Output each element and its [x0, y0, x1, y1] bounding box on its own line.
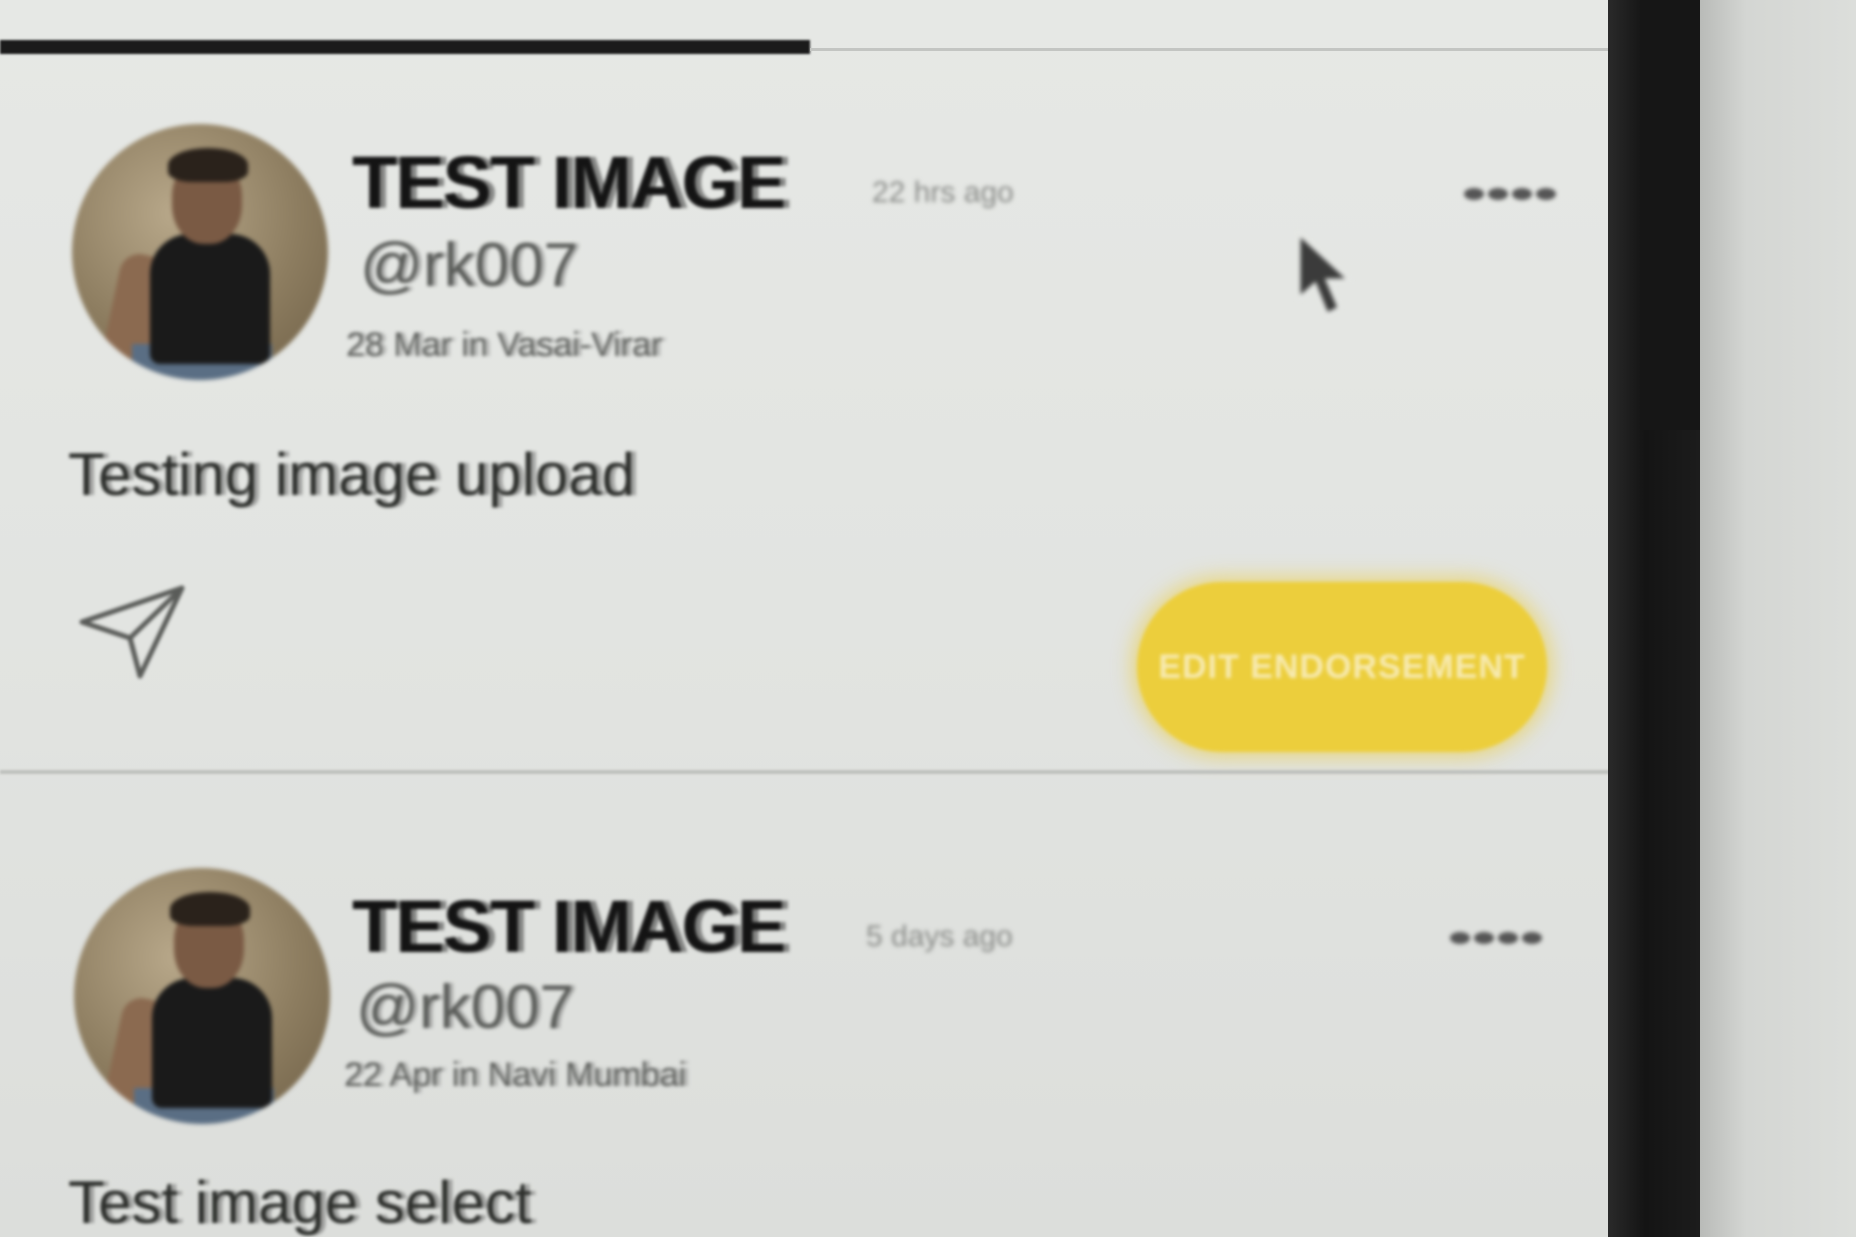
active-tab-indicator: [0, 40, 810, 54]
dot: [1536, 188, 1556, 200]
post-timestamp: 5 days ago: [866, 920, 1013, 953]
paper-plane-icon[interactable]: [78, 582, 188, 682]
post-date-location: 22 Apr in Navi Mumbai: [344, 1056, 687, 1094]
dot: [1498, 932, 1518, 944]
feed-post: TEST IMAGE 5 days ago @rk007 22 Apr in N…: [0, 800, 1610, 1237]
avatar[interactable]: [72, 124, 328, 380]
post-author-handle[interactable]: @rk007: [360, 230, 578, 301]
dot: [1474, 932, 1494, 944]
background-wall: [1700, 0, 1856, 1237]
more-dots-icon[interactable]: [1450, 932, 1542, 950]
dot: [1522, 932, 1542, 944]
post-caption: Test image select: [68, 1169, 532, 1236]
dot: [1464, 188, 1484, 200]
post-timestamp: 22 hrs ago: [872, 176, 1014, 209]
feed-post: TEST IMAGE 22 hrs ago @rk007 28 Mar in V…: [0, 58, 1610, 780]
dot: [1512, 188, 1532, 200]
more-dots-icon[interactable]: [1464, 188, 1556, 206]
post-author-name[interactable]: TEST IMAGE: [352, 140, 786, 225]
post-date-location: 28 Mar in Vasai-Virar: [346, 326, 663, 364]
post-author-name[interactable]: TEST IMAGE: [352, 884, 786, 969]
avatar[interactable]: [74, 868, 330, 1124]
avatar-photo-part: [170, 892, 250, 926]
edit-endorsement-button[interactable]: EDIT ENDORSEMENT: [1137, 582, 1547, 752]
mouse-cursor-icon: [1297, 232, 1353, 317]
app-screen: TEST IMAGE 22 hrs ago @rk007 28 Mar in V…: [0, 0, 1620, 1237]
avatar-photo-part: [168, 148, 248, 182]
post-caption: Testing image upload: [68, 441, 636, 508]
tab-bar-divider: [810, 48, 1620, 51]
post-divider: [0, 770, 1610, 774]
avatar-photo-part: [150, 234, 270, 364]
post-author-handle[interactable]: @rk007: [356, 972, 574, 1043]
dot: [1450, 932, 1470, 944]
avatar-photo-part: [152, 978, 272, 1108]
dot: [1488, 188, 1508, 200]
